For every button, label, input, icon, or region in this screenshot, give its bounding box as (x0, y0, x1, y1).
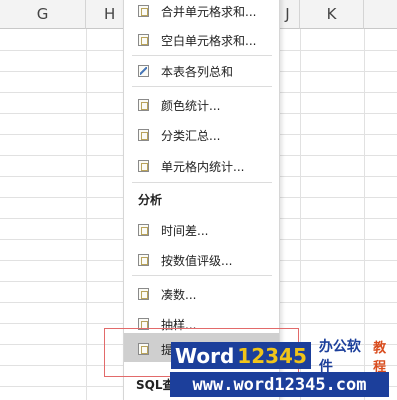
menu-separator (132, 55, 272, 56)
menu-item-label: 单元格内统计... (161, 159, 245, 174)
spreadsheet-icon (138, 160, 149, 172)
menu-separator (132, 86, 272, 87)
column-label-j: J (285, 5, 290, 23)
menu-item-blank-cell-sum[interactable]: 空白单元格求和... (124, 28, 279, 52)
spreadsheet-icon (138, 99, 149, 111)
spreadsheet-icon (138, 288, 149, 300)
menu-item-label: 合并单元格求和... (161, 4, 257, 19)
menu-item-grade-by-value[interactable]: 按数值评级... (124, 248, 279, 272)
section-heading-analysis: 分析 (138, 193, 163, 207)
menu-separator (132, 182, 272, 183)
menu-item-label: 凑数... (161, 287, 197, 302)
menu-separator (132, 275, 272, 276)
watermark-url: www.word12345.com (170, 372, 389, 397)
watermark-office-text: 办公软件 (318, 338, 361, 375)
spreadsheet-icon (138, 224, 149, 236)
menu-item-label: 空白单元格求和... (161, 33, 257, 48)
menu-item-label: 本表各列总和 (161, 64, 234, 79)
spreadsheet-icon (138, 254, 149, 266)
column-label-g: G (36, 5, 49, 23)
column-label-k: K (326, 5, 337, 23)
watermark-word: Word (171, 342, 238, 369)
menu-item-color-statistics[interactable]: 颜色统计... (124, 93, 279, 117)
column-header-h[interactable]: H (86, 0, 128, 29)
column-header-g[interactable]: G (0, 0, 86, 29)
menu-item-in-cell-statistics[interactable]: 单元格内统计... (124, 154, 279, 178)
column-header-l[interactable] (364, 0, 397, 29)
menu-item-label: 时间差... (161, 223, 209, 238)
menu-item-sheet-column-totals[interactable]: 本表各列总和 (124, 59, 279, 83)
spreadsheet-icon (138, 129, 149, 141)
watermark-logo: Word 12345 办公软件 教程 (171, 339, 397, 375)
watermark-number: 12345 (237, 342, 311, 369)
column-gridline (86, 29, 87, 400)
menu-item-merged-cell-sum[interactable]: 合并单元格求和... (124, 0, 279, 23)
watermark-tutorial-text: 教程 (373, 340, 387, 375)
menu-item-label: 颜色统计... (161, 98, 221, 113)
spreadsheet-icon (138, 34, 149, 46)
menu-item-time-difference[interactable]: 时间差... (124, 218, 279, 242)
menu-item-sql-query-partial[interactable]: SQL查 (136, 376, 175, 393)
menu-item-label: 分类汇总... (161, 128, 221, 143)
spreadsheet-icon (138, 5, 149, 17)
menu-item-category-summary[interactable]: 分类汇总... (124, 123, 279, 147)
sum-icon (138, 65, 149, 77)
menu-item-label: 按数值评级... (161, 253, 233, 268)
column-label-h: H (104, 5, 116, 23)
menu-item-make-up-numbers[interactable]: 凑数... (124, 282, 279, 306)
column-header-k[interactable]: K (300, 0, 364, 29)
